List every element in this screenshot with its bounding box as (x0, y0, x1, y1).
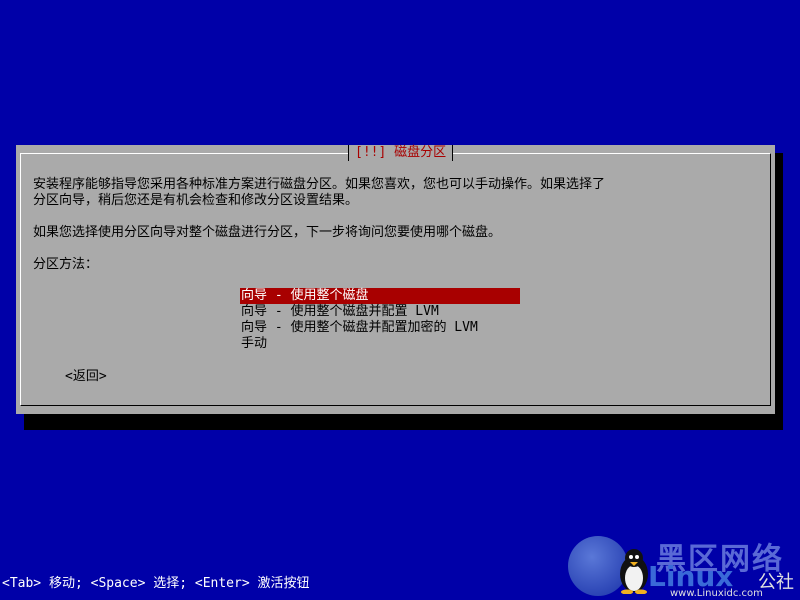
tux-penguin-icon (620, 549, 648, 594)
back-button[interactable]: <返回> (65, 369, 107, 385)
watermark-suffix-text: 公社 (758, 572, 794, 593)
watermark: 黑区网络 Linux 公社 www.Linuxidc.com (560, 530, 800, 600)
watermark-url: www.Linuxidc.com (670, 588, 763, 599)
option-guided-entire-disk-encrypted-lvm[interactable]: 向导 - 使用整个磁盘并配置加密的 LVM (240, 320, 520, 336)
description-paragraph-1: 安装程序能够指导您采用各种标准方案进行磁盘分区。如果您喜欢，您也可以手动操作。如… (33, 177, 606, 208)
option-guided-entire-disk[interactable]: 向导 - 使用整个磁盘 (240, 288, 520, 304)
option-guided-entire-disk-lvm[interactable]: 向导 - 使用整个磁盘并配置 LVM (240, 304, 520, 320)
dialog-title: [!!] 磁盘分区 (348, 145, 454, 161)
description-paragraph-2: 如果您选择使用分区向导对整个磁盘进行分区，下一步将询问您要使用哪个磁盘。 (33, 225, 502, 240)
key-hint-text: <Tab> 移动; <Space> 选择; <Enter> 激活按钮 (2, 576, 310, 591)
partition-dialog: [!!] 磁盘分区 安装程序能够指导您采用各种标准方案进行磁盘分区。如果您喜欢，… (16, 145, 775, 414)
partition-method-prompt: 分区方法： (33, 257, 99, 272)
option-manual[interactable]: 手动 (240, 336, 520, 352)
partition-method-list: 向导 - 使用整个磁盘 向导 - 使用整个磁盘并配置 LVM 向导 - 使用整个… (240, 288, 520, 352)
